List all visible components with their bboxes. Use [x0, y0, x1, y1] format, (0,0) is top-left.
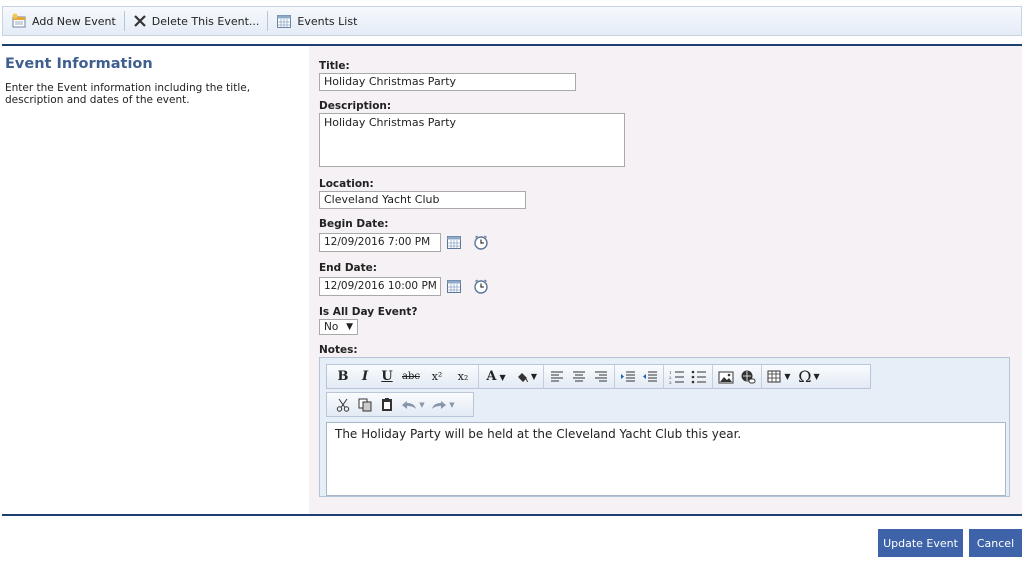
table-icon [767, 370, 781, 383]
numbered-list-icon: 123 [669, 370, 684, 384]
calendar-icon[interactable] [446, 279, 462, 294]
align-left-icon [551, 371, 563, 381]
clipboard-icon [382, 398, 392, 411]
insert-link-button[interactable] [737, 367, 759, 387]
scissors-icon [336, 398, 350, 412]
end-date-input[interactable]: 12/09/2016 10:00 PM [319, 277, 441, 296]
align-center-icon [573, 371, 585, 381]
paint-bucket-icon [517, 372, 528, 382]
events-list-button[interactable]: Events List [268, 7, 365, 35]
highlight-color-button[interactable]: ▼ [511, 367, 541, 387]
list-group: 123 [664, 365, 713, 388]
section-title: Event Information [5, 56, 153, 72]
notes-editor-content[interactable]: The Holiday Party will be held at the Cl… [326, 422, 1006, 496]
align-center-button[interactable] [568, 367, 590, 387]
title-label: Title: [319, 60, 350, 72]
clock-icon[interactable] [473, 278, 489, 294]
insert-group: ▼ Ω ▼ [762, 365, 826, 388]
all-day-select[interactable]: No ▼ [319, 319, 358, 335]
close-x-icon [134, 15, 146, 27]
bullet-list-button[interactable] [688, 367, 710, 387]
paste-button[interactable] [376, 395, 398, 415]
link-globe-icon [741, 370, 756, 383]
align-left-button[interactable] [546, 367, 568, 387]
add-event-icon [12, 13, 26, 28]
description-textarea[interactable]: Holiday Christmas Party [319, 113, 625, 167]
bullet-list-icon [691, 370, 706, 383]
undo-button[interactable]: ▼ [398, 395, 428, 415]
calendar-icon[interactable] [446, 235, 462, 250]
outdent-icon [643, 371, 657, 381]
chevron-down-icon: ▼ [813, 372, 820, 381]
end-date-label: End Date: [319, 262, 377, 274]
svg-text:3: 3 [669, 380, 672, 384]
font-color-label: A [486, 369, 497, 384]
numbered-list-button[interactable]: 123 [666, 367, 688, 387]
bold-button[interactable]: B [332, 367, 354, 387]
begin-date-label: Begin Date: [319, 218, 389, 230]
subscript-button[interactable]: x₂ [450, 367, 476, 387]
media-group [713, 365, 762, 388]
italic-button[interactable]: I [354, 367, 376, 387]
chevron-down-icon: ▼ [449, 400, 455, 409]
strikethrough-button[interactable]: abc [398, 367, 424, 387]
cancel-button[interactable]: Cancel [969, 529, 1022, 557]
redo-icon [432, 400, 447, 409]
all-day-value: No [324, 321, 339, 333]
indent-button[interactable] [617, 367, 639, 387]
delete-event-button[interactable]: Delete This Event... [125, 7, 268, 35]
add-new-event-label: Add New Event [32, 14, 116, 28]
font-color-button[interactable]: A ▼ [481, 367, 511, 387]
copy-icon [358, 398, 372, 411]
insert-image-button[interactable] [715, 367, 737, 387]
chevron-down-icon: ▼ [346, 322, 353, 332]
all-day-label: Is All Day Event? [319, 306, 418, 318]
chevron-down-icon: ▼ [499, 371, 506, 382]
copy-button[interactable] [354, 395, 376, 415]
title-input[interactable]: Holiday Christmas Party [319, 73, 576, 91]
clock-icon[interactable] [473, 234, 489, 250]
special-characters-button[interactable]: Ω ▼ [794, 367, 824, 387]
cut-button[interactable] [332, 395, 354, 415]
insert-table-button[interactable]: ▼ [764, 367, 794, 387]
events-list-label: Events List [297, 14, 358, 28]
chevron-down-icon: ▼ [530, 372, 538, 381]
chevron-down-icon: ▼ [784, 372, 791, 381]
bottom-divider [2, 514, 1022, 516]
editor-toolbar-row-2: ▼ ▼ [326, 392, 474, 417]
undo-icon [402, 400, 417, 409]
redo-button[interactable]: ▼ [428, 395, 458, 415]
editor-toolbar-row-1: B I U abc x² x₂ A ▼ ▼ 123 ▼ Ω ▼ [326, 364, 871, 389]
superscript-button[interactable]: x² [424, 367, 450, 387]
top-toolbar: Add New Event Delete This Event... Event… [2, 6, 1022, 36]
add-new-event-button[interactable]: Add New Event [3, 7, 124, 35]
begin-date-input[interactable]: 12/09/2016 7:00 PM [319, 233, 441, 252]
align-right-button[interactable] [590, 367, 612, 387]
clipboard-group: ▼ ▼ [330, 393, 460, 416]
location-input[interactable]: Cleveland Yacht Club [319, 191, 526, 209]
calendar-grid-icon [277, 15, 292, 28]
section-description: Enter the Event information including th… [5, 82, 251, 106]
align-group [544, 365, 615, 388]
description-label: Description: [319, 100, 392, 112]
underline-button[interactable]: U [376, 367, 398, 387]
update-event-button[interactable]: Update Event [878, 529, 963, 557]
color-group: A ▼ ▼ [479, 365, 544, 388]
image-icon [718, 371, 734, 383]
format-group: B I U abc x² x₂ [330, 365, 479, 388]
delete-event-label: Delete This Event... [151, 14, 260, 28]
indent-icon [621, 371, 635, 381]
omega-icon: Ω [798, 367, 812, 386]
location-label: Location: [319, 178, 374, 190]
align-right-icon [595, 371, 607, 381]
notes-label: Notes: [319, 344, 358, 356]
outdent-button[interactable] [639, 367, 661, 387]
indent-group [615, 365, 664, 388]
rich-text-editor: B I U abc x² x₂ A ▼ ▼ 123 ▼ Ω ▼ ▼ ▼ The … [319, 357, 1010, 497]
chevron-down-icon: ▼ [419, 400, 425, 409]
